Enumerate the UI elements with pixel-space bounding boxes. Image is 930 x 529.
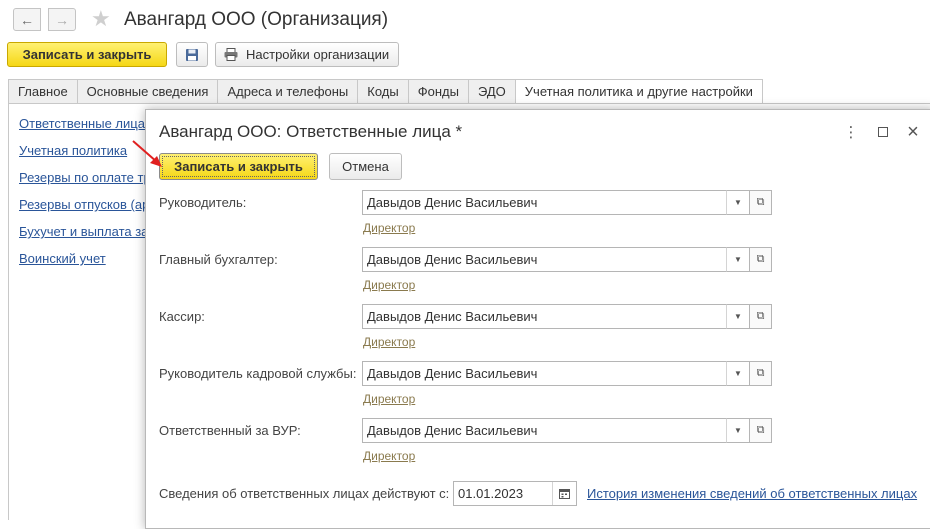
- open-icon[interactable]: ⧉: [750, 190, 772, 215]
- link-payment-reserves[interactable]: Резервы по оплате тр: [19, 170, 151, 197]
- chevron-down-icon[interactable]: ▼: [726, 190, 750, 215]
- window-title: Авангард ООО (Организация): [124, 9, 389, 30]
- dialog-title: Авангард ООО: Ответственные лица *: [159, 122, 463, 141]
- calendar-icon[interactable]: [552, 482, 576, 505]
- link-military-records[interactable]: Воинский учет: [19, 251, 151, 278]
- open-icon[interactable]: ⧉: [750, 247, 772, 272]
- link-accounting-policy[interactable]: Учетная политика: [19, 143, 151, 170]
- field-input-hr-head[interactable]: Давыдов Денис Васильевич: [362, 361, 772, 386]
- field-label-cashier: Кассир:: [159, 309, 205, 324]
- link-vacation-reserves[interactable]: Резервы отпусков (ар: [19, 197, 151, 224]
- open-icon[interactable]: ⧉: [750, 418, 772, 443]
- chevron-down-icon[interactable]: ▼: [726, 361, 750, 386]
- chevron-down-icon[interactable]: ▼: [726, 304, 750, 329]
- dialog-cancel-button[interactable]: Отмена: [329, 153, 402, 180]
- field-position-military-registration[interactable]: Директор: [363, 449, 415, 463]
- field-position-hr-head[interactable]: Директор: [363, 392, 415, 406]
- tab-panel-border: [8, 103, 930, 104]
- tab-codes[interactable]: Коды: [357, 79, 408, 104]
- field-label-head: Руководитель:: [159, 195, 247, 210]
- printer-icon: [224, 48, 238, 61]
- responsible-persons-dialog: Авангард ООО: Ответственные лица * ⋮ × З…: [145, 109, 930, 529]
- effective-date-value: 01.01.2023: [458, 486, 524, 501]
- field-position-head[interactable]: Директор: [363, 221, 415, 235]
- tab-panel-border-left: [8, 103, 9, 520]
- floppy-disk-icon: [186, 48, 198, 61]
- tab-bar: Главное Основные сведения Адреса и телеф…: [8, 79, 763, 104]
- field-input-chief-accountant[interactable]: Давыдов Денис Васильевич: [362, 247, 772, 272]
- field-input-cashier[interactable]: Давыдов Денис Васильевич: [362, 304, 772, 329]
- tab-main[interactable]: Главное: [8, 79, 77, 104]
- arrow-right-icon: →: [55, 11, 69, 28]
- save-button[interactable]: [176, 42, 208, 67]
- field-position-cashier[interactable]: Директор: [363, 335, 415, 349]
- save-and-close-button[interactable]: Записать и закрыть: [7, 42, 167, 67]
- maximize-icon[interactable]: [873, 122, 893, 142]
- close-icon[interactable]: ×: [903, 121, 923, 143]
- chevron-down-icon[interactable]: ▼: [726, 247, 750, 272]
- field-label-hr-head: Руководитель кадровой службы:: [159, 366, 357, 381]
- tab-accounting-policy[interactable]: Учетная политика и другие настройки: [514, 79, 763, 104]
- field-label-chief-accountant: Главный бухгалтер:: [159, 252, 278, 267]
- tab-basic-info[interactable]: Основные сведения: [76, 79, 218, 104]
- tab-funds[interactable]: Фонды: [407, 79, 468, 104]
- arrow-left-icon: ←: [20, 11, 34, 28]
- history-link[interactable]: История изменения сведений об ответствен…: [587, 486, 917, 501]
- field-input-head[interactable]: Давыдов Денис Васильевич: [362, 190, 772, 215]
- settings-nav: Ответственные лица Учетная политика Резе…: [19, 116, 151, 278]
- open-icon[interactable]: ⧉: [750, 361, 772, 386]
- org-settings-button[interactable]: Настройки организации: [215, 42, 399, 67]
- link-accounting-payroll[interactable]: Бухучет и выплата за: [19, 224, 151, 251]
- forward-button[interactable]: →: [48, 8, 76, 31]
- back-button[interactable]: ←: [13, 8, 41, 31]
- link-responsible-persons[interactable]: Ответственные лица: [19, 116, 151, 143]
- more-vertical-icon[interactable]: ⋮: [841, 122, 861, 142]
- field-input-military-registration[interactable]: Давыдов Денис Васильевич: [362, 418, 772, 443]
- field-label-military-registration: Ответственный за ВУР:: [159, 423, 301, 438]
- org-settings-label: Настройки организации: [246, 47, 390, 62]
- tab-addresses[interactable]: Адреса и телефоны: [217, 79, 358, 104]
- effective-date-input[interactable]: 01.01.2023: [453, 481, 577, 506]
- star-icon[interactable]: ★: [91, 7, 111, 31]
- chevron-down-icon[interactable]: ▼: [726, 418, 750, 443]
- dialog-save-and-close-button[interactable]: Записать и закрыть: [159, 153, 318, 180]
- open-icon[interactable]: ⧉: [750, 304, 772, 329]
- field-position-chief-accountant[interactable]: Директор: [363, 278, 415, 292]
- effective-date-label: Сведения об ответственных лицах действую…: [159, 486, 450, 501]
- tab-edo[interactable]: ЭДО: [467, 79, 515, 104]
